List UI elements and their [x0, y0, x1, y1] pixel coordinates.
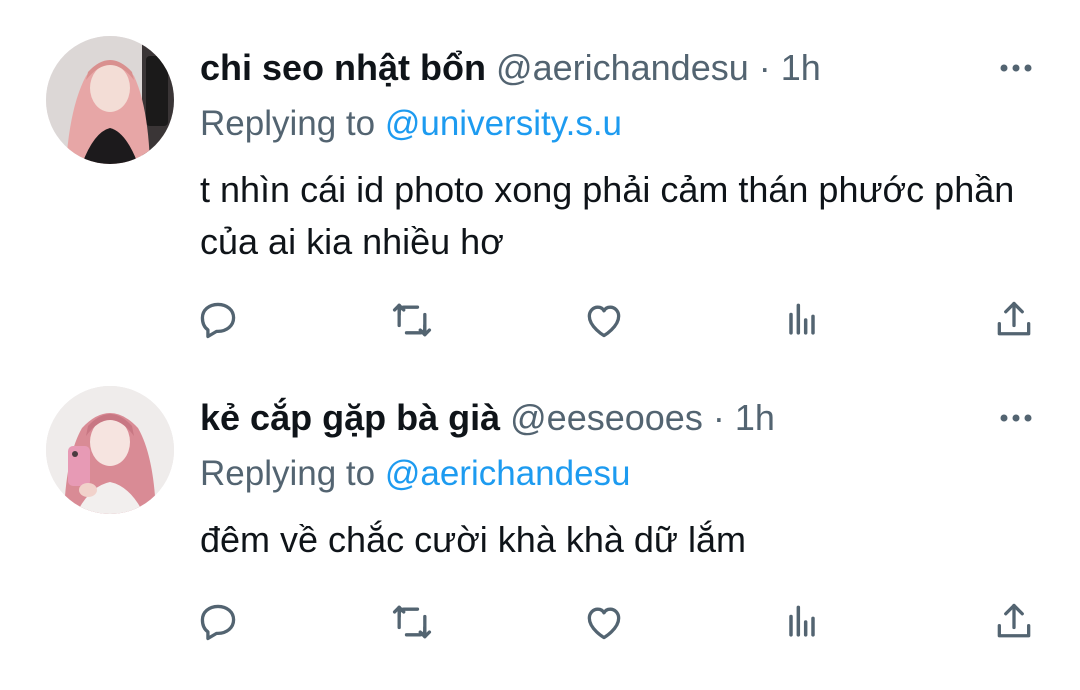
replying-to: Replying to @aerichandesu: [200, 450, 631, 498]
bar-chart-icon: [789, 605, 815, 637]
tweet-text: đêm về chắc cười khà khà dữ lắm: [200, 519, 747, 560]
retweet-arrows-icon: [392, 303, 432, 337]
avatar[interactable]: [46, 36, 174, 164]
tweet-header: kẻ cắp gặp bà già @eeseooes · 1h: [200, 394, 775, 442]
avatar[interactable]: [46, 386, 174, 514]
like-button[interactable]: [580, 296, 628, 344]
tweet[interactable]: kẻ cắp gặp bà già @eeseooes · 1h Replyin…: [0, 350, 1080, 690]
speech-bubble-icon: [200, 302, 236, 339]
share-button[interactable]: [990, 598, 1038, 646]
display-name[interactable]: chi seo nhật bổn: [200, 47, 486, 88]
more-horizontal-icon[interactable]: [996, 408, 1036, 428]
reply-button[interactable]: [194, 598, 242, 646]
retweet-button[interactable]: [388, 598, 436, 646]
timestamp[interactable]: 1h: [735, 397, 775, 438]
views-button[interactable]: [778, 296, 826, 344]
reply-button[interactable]: [194, 296, 242, 344]
tweet-header: chi seo nhật bổn @aerichandesu · 1h: [200, 44, 821, 92]
speech-bubble-icon: [200, 604, 236, 641]
heart-outline-icon: [587, 305, 621, 338]
like-button[interactable]: [580, 598, 628, 646]
upload-share-icon: [997, 301, 1031, 336]
user-handle[interactable]: @aerichandesu: [496, 47, 749, 88]
heart-outline-icon: [587, 607, 621, 640]
separator-dot: ·: [712, 397, 725, 438]
tweet-actions: [0, 598, 1080, 646]
tweet[interactable]: chi seo nhật bổn @aerichandesu · 1h Repl…: [0, 0, 1080, 340]
tweet-actions: [0, 296, 1080, 344]
share-button[interactable]: [990, 296, 1038, 344]
bar-chart-icon: [789, 303, 815, 335]
retweet-button[interactable]: [388, 296, 436, 344]
replying-to-label: Replying to: [200, 104, 376, 143]
replying-to: Replying to @university.s.u: [200, 100, 622, 148]
more-horizontal-icon[interactable]: [996, 58, 1036, 78]
replying-to-label: Replying to: [200, 454, 376, 493]
timestamp[interactable]: 1h: [781, 47, 821, 88]
views-button[interactable]: [778, 598, 826, 646]
separator-dot: ·: [758, 47, 771, 88]
user-handle[interactable]: @eeseooes: [510, 397, 703, 438]
retweet-arrows-icon: [392, 605, 432, 639]
display-name[interactable]: kẻ cắp gặp bà già: [200, 397, 500, 438]
avatar-photo: [46, 386, 174, 514]
replying-to-handle[interactable]: @aerichandesu: [385, 454, 631, 493]
tweet-text: t nhìn cái id photo xong phải cảm thán p…: [200, 169, 1015, 262]
replying-to-handle[interactable]: @university.s.u: [385, 104, 622, 143]
upload-share-icon: [997, 603, 1031, 638]
avatar-photo: [46, 36, 174, 164]
